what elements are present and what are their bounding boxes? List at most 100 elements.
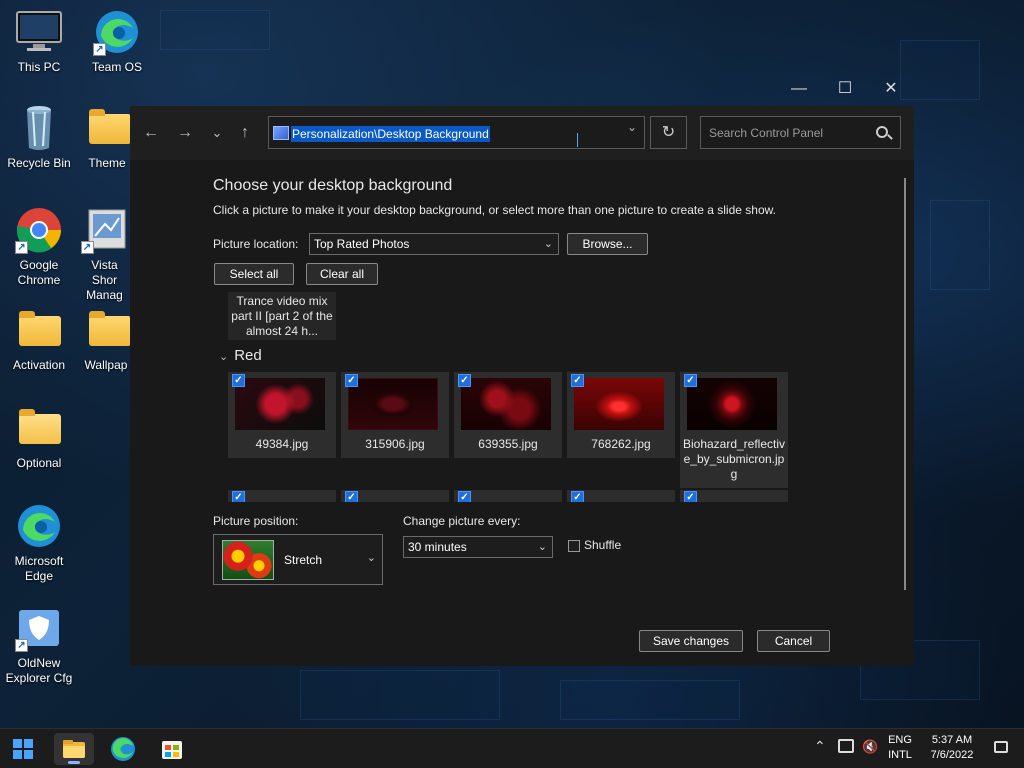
desktop-icon-google-chrome[interactable]: ↗ Google Chrome <box>3 206 75 288</box>
picture-position-select[interactable]: Stretch ⌄ <box>213 534 383 585</box>
shuffle-checkbox[interactable] <box>568 540 580 552</box>
picture-gallery: Trance video mix part II [part 2 of the … <box>213 290 808 502</box>
vertical-scrollbar[interactable] <box>904 178 906 590</box>
folder-icon <box>15 306 63 354</box>
clear-all-button[interactable]: Clear all <box>306 263 378 285</box>
thumbnail-768262[interactable]: ✓ 768262.jpg <box>567 372 675 458</box>
desktop-icon-label: This PC <box>17 60 61 74</box>
thumbnail-checkbox[interactable]: ✓ <box>345 491 358 502</box>
chevron-up-icon[interactable]: ⌃ <box>814 739 826 754</box>
back-button[interactable]: ← <box>138 121 164 145</box>
edge-icon <box>111 737 135 761</box>
maximize-button[interactable]: ☐ <box>822 76 868 102</box>
taskbar-store[interactable] <box>152 733 192 765</box>
edge-icon <box>15 502 63 550</box>
shuffle-label[interactable]: Shuffle <box>584 538 621 552</box>
volume-icon[interactable]: 🔇 <box>862 739 878 754</box>
address-bar[interactable]: Personalization\Desktop Background <box>268 116 645 149</box>
address-dropdown-button[interactable]: ⌄ <box>627 120 637 134</box>
desktop-icon-recycle-bin[interactable]: Recycle Bin <box>3 104 75 171</box>
chrome-icon: ↗ <box>15 206 63 254</box>
text-caret <box>577 133 578 147</box>
picture-location-select[interactable]: Top Rated Photos ⌄ <box>309 233 559 255</box>
desktop-icon-label: Theme <box>88 156 126 170</box>
thumbnail-next-row[interactable]: ✓ <box>567 490 675 502</box>
desktop-icon-label: Google Chrome <box>17 258 61 287</box>
thumbnail-next-row[interactable]: ✓ <box>680 490 788 502</box>
thumbnail-caption: 49384.jpg <box>255 437 309 451</box>
thumbnail-caption: Biohazard_reflective_by_submicron.jpg <box>682 437 786 481</box>
previous-group-item[interactable]: Trance video mix part II [part 2 of the … <box>228 292 336 340</box>
taskbar-file-explorer[interactable] <box>54 733 94 765</box>
thumbnail-biohazard-reflective[interactable]: ✓ Biohazard_reflective_by_submicron.jpg <box>680 372 788 488</box>
desktop-icon-label: Vista Shor Manag <box>86 258 123 302</box>
wallpaper-tile <box>930 200 990 290</box>
thumbnail-checkbox[interactable]: ✓ <box>684 491 697 502</box>
language-indicator[interactable]: ENG INTL <box>884 733 916 763</box>
wallpaper-tile <box>160 10 270 50</box>
picture-position-label: Picture position: <box>213 514 299 528</box>
select-all-button[interactable]: Select all <box>214 263 294 285</box>
desktop-icon-label: Recycle Bin <box>7 156 71 170</box>
network-icon[interactable] <box>838 739 854 753</box>
group-header-red[interactable]: ⌄ Red <box>219 347 262 364</box>
store-icon <box>162 741 182 759</box>
recent-locations-button[interactable]: ⌄ <box>204 121 230 145</box>
close-button[interactable]: ✕ <box>868 76 914 102</box>
change-picture-interval-select[interactable]: 30 minutes ⌄ <box>403 536 553 558</box>
browse-button[interactable]: Browse... <box>567 233 648 255</box>
taskbar-edge[interactable] <box>103 733 143 765</box>
thumbnail-next-row[interactable]: ✓ <box>228 490 336 502</box>
desktop-icon-theme[interactable]: Theme <box>81 104 133 171</box>
thumbnail-checkbox[interactable]: ✓ <box>232 374 245 387</box>
clock[interactable]: 5:37 AM 7/6/2022 <box>922 733 982 763</box>
thumbnail-image <box>461 378 551 430</box>
address-text[interactable]: Personalization\Desktop Background <box>291 126 490 142</box>
recycle-bin-icon <box>15 104 63 152</box>
desktop-icon-activation[interactable]: Activation <box>3 306 75 373</box>
desktop-icon-vista-shortcut-manager[interactable]: ↗ Vista Shor Manag <box>77 206 132 303</box>
thumbnail-checkbox[interactable]: ✓ <box>458 374 471 387</box>
change-picture-value: 30 minutes <box>408 540 467 554</box>
thumbnail-checkbox[interactable]: ✓ <box>571 491 584 502</box>
refresh-button[interactable]: ↻ <box>650 116 687 149</box>
desktop-icon-optional[interactable]: Optional <box>3 404 75 471</box>
thumbnail-checkbox[interactable]: ✓ <box>571 374 584 387</box>
app-icon: ↗ <box>80 206 129 254</box>
desktop-icon-this-pc[interactable]: This PC <box>3 8 75 75</box>
forward-button[interactable]: → <box>172 121 198 145</box>
thumbnail-315906[interactable]: ✓ 315906.jpg <box>341 372 449 458</box>
up-button[interactable]: ↑ <box>232 121 258 145</box>
desktop-icon-label: Activation <box>12 358 66 372</box>
thumbnail-next-row[interactable]: ✓ <box>454 490 562 502</box>
thumbnail-49384[interactable]: ✓ 49384.jpg <box>228 372 336 458</box>
thumbnail-checkbox[interactable]: ✓ <box>684 374 697 387</box>
thumbnail-639355[interactable]: ✓ 639355.jpg <box>454 372 562 458</box>
thumbnail-next-row[interactable]: ✓ <box>341 490 449 502</box>
desktop-icon-team-os[interactable]: ↗ Team OS <box>81 8 153 75</box>
search-icon[interactable] <box>876 126 888 138</box>
window-titlebar[interactable]: — ☐ ✕ <box>130 72 914 106</box>
shortcut-arrow-icon: ↗ <box>93 43 106 56</box>
wallpaper-tile <box>300 670 500 720</box>
chevron-down-icon: ⌄ <box>537 541 547 553</box>
desktop-icon-wallpapers[interactable]: Wallpap <box>81 306 131 373</box>
notification-icon[interactable] <box>994 741 1008 753</box>
desktop-icon-oldnew-explorer-cfg[interactable]: ↗ OldNew Explorer Cfg <box>3 604 75 686</box>
minimize-button[interactable]: — <box>776 76 822 102</box>
thumbnail-image <box>348 378 438 430</box>
picture-location-label: Picture location: <box>213 237 299 251</box>
desktop-icon-microsoft-edge[interactable]: Microsoft Edge <box>3 502 75 584</box>
cancel-button[interactable]: Cancel <box>757 630 830 652</box>
thumbnail-checkbox[interactable]: ✓ <box>232 491 245 502</box>
wallpaper-tile <box>560 680 740 720</box>
search-box[interactable]: Search Control Panel <box>700 116 901 149</box>
start-button[interactable] <box>3 733 43 765</box>
chevron-down-icon: ⌄ <box>366 552 376 564</box>
thumbnail-checkbox[interactable]: ✓ <box>458 491 471 502</box>
save-changes-button[interactable]: Save changes <box>639 630 743 652</box>
shortcut-arrow-icon: ↗ <box>80 241 94 254</box>
group-name: Red <box>234 347 262 364</box>
thumbnail-checkbox[interactable]: ✓ <box>345 374 358 387</box>
edge-icon: ↗ <box>93 8 141 56</box>
